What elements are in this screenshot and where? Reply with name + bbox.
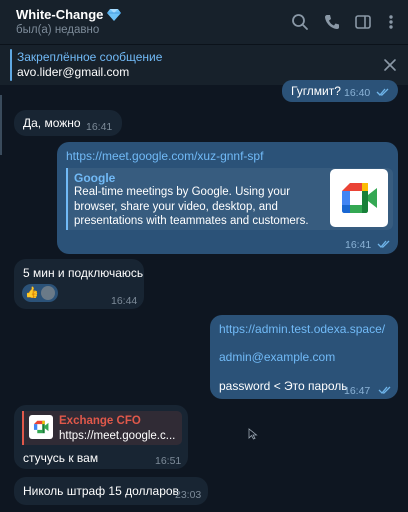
chat-title[interactable]: White-Change <box>16 7 122 22</box>
message-outgoing[interactable]: https://admin.test.odexa.space/ admin@ex… <box>210 315 398 399</box>
close-icon[interactable] <box>382 57 398 73</box>
google-meet-icon <box>342 183 377 213</box>
preview-line: presentations with teammates and custome… <box>74 215 309 227</box>
verified-diamond-icon <box>107 8 122 21</box>
sidebar-toggle-icon[interactable] <box>353 12 373 32</box>
pinned-text: avo.lider@gmail.com <box>17 65 130 79</box>
reaction-badge[interactable]: 👍 <box>22 284 58 302</box>
reactor-avatar <box>41 286 55 300</box>
reply-snippet: https://meet.google.c... <box>59 430 176 442</box>
chat-status: был(а) недавно <box>16 24 100 36</box>
read-checkmarks-icon <box>376 88 389 96</box>
preview-description: Real-time meetings by Google. Using your… <box>74 185 324 229</box>
message-text: Гуглмит? <box>291 84 341 98</box>
more-options-icon[interactable] <box>381 12 401 32</box>
message-incoming-reply[interactable]: Exchange CFO https://meet.google.c... ст… <box>14 405 188 469</box>
chat-title-text: White-Change <box>16 7 104 22</box>
mouse-cursor-icon <box>248 428 258 440</box>
message-text: 5 мин и подключаюсь <box>23 266 144 280</box>
pinned-accent-bar <box>10 49 12 81</box>
message-outgoing[interactable]: Гуглмит? 16:40 <box>282 80 398 102</box>
message-time: 16:51 <box>155 455 182 467</box>
google-meet-thumbnail <box>29 415 53 439</box>
link-preview[interactable]: Google Real-time meetings by Google. Usi… <box>66 168 393 230</box>
message-time: 16:44 <box>111 295 138 307</box>
google-meet-logo <box>330 169 388 227</box>
message-time: 16:47 <box>344 385 371 397</box>
message-text: Да, можно <box>23 116 81 130</box>
message-link[interactable]: https://admin.test.odexa.space/ <box>219 321 385 337</box>
message-incoming[interactable]: Николь штраф 15 долларов 23:03 <box>14 477 208 505</box>
message-text: password < Это пароль <box>219 379 348 393</box>
phone-icon[interactable] <box>322 12 342 32</box>
message-text: стучусь к вам <box>23 451 99 465</box>
chat-header: White-Change был(а) недавно <box>0 0 408 44</box>
message-text: Николь штраф 15 долларов <box>23 484 179 498</box>
message-time: 16:41 <box>86 121 113 133</box>
message-email-link[interactable]: admin@example.com <box>219 349 335 365</box>
reaction-emoji: 👍 <box>25 287 39 299</box>
search-icon[interactable] <box>290 12 310 32</box>
message-link[interactable]: https://meet.google.com/xuz-gnnf-spf <box>66 148 263 164</box>
reply-author: Exchange CFO <box>59 415 141 427</box>
pinned-message-bar[interactable]: Закреплённое сообщение avo.lider@gmail.c… <box>0 44 408 85</box>
pinned-title: Закреплённое сообщение <box>17 50 163 64</box>
read-checkmarks-icon <box>377 240 390 248</box>
preview-line: browser, share your video, desktop, and <box>74 200 278 213</box>
preview-site-name: Google <box>74 171 116 185</box>
chat-scrollbar[interactable] <box>0 95 2 155</box>
message-time: 16:40 <box>344 87 371 99</box>
message-time: 23:03 <box>175 489 202 501</box>
google-meet-icon <box>33 420 49 434</box>
message-outgoing-link[interactable]: https://meet.google.com/xuz-gnnf-spf Goo… <box>57 142 398 254</box>
message-time: 16:41 <box>345 239 372 251</box>
preview-line: Real-time meetings by Google. Using your <box>74 186 291 198</box>
message-incoming[interactable]: 5 мин и подключаюсь 👍 16:44 <box>14 259 144 309</box>
message-incoming[interactable]: Да, можно 16:41 <box>14 110 122 136</box>
read-checkmarks-icon <box>378 386 391 394</box>
reply-quote[interactable]: Exchange CFO https://meet.google.c... <box>22 411 182 445</box>
